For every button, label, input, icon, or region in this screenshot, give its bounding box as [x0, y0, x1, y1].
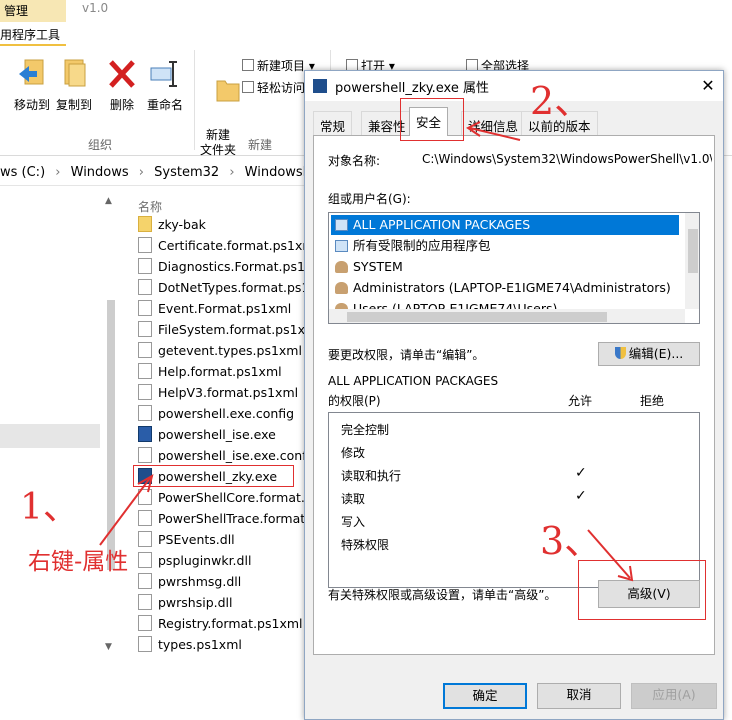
annotation-step2-number: 2、: [530, 79, 593, 123]
tab-security[interactable]: 安全: [409, 107, 449, 136]
arrow-to-file: [99, 477, 151, 546]
annotation-step3-number: 3、: [540, 519, 603, 563]
annotation-step1-number: 1、: [20, 487, 79, 528]
annotation-arrows: [99, 121, 634, 582]
annotation-step1-text: 右键-属性: [28, 549, 129, 575]
